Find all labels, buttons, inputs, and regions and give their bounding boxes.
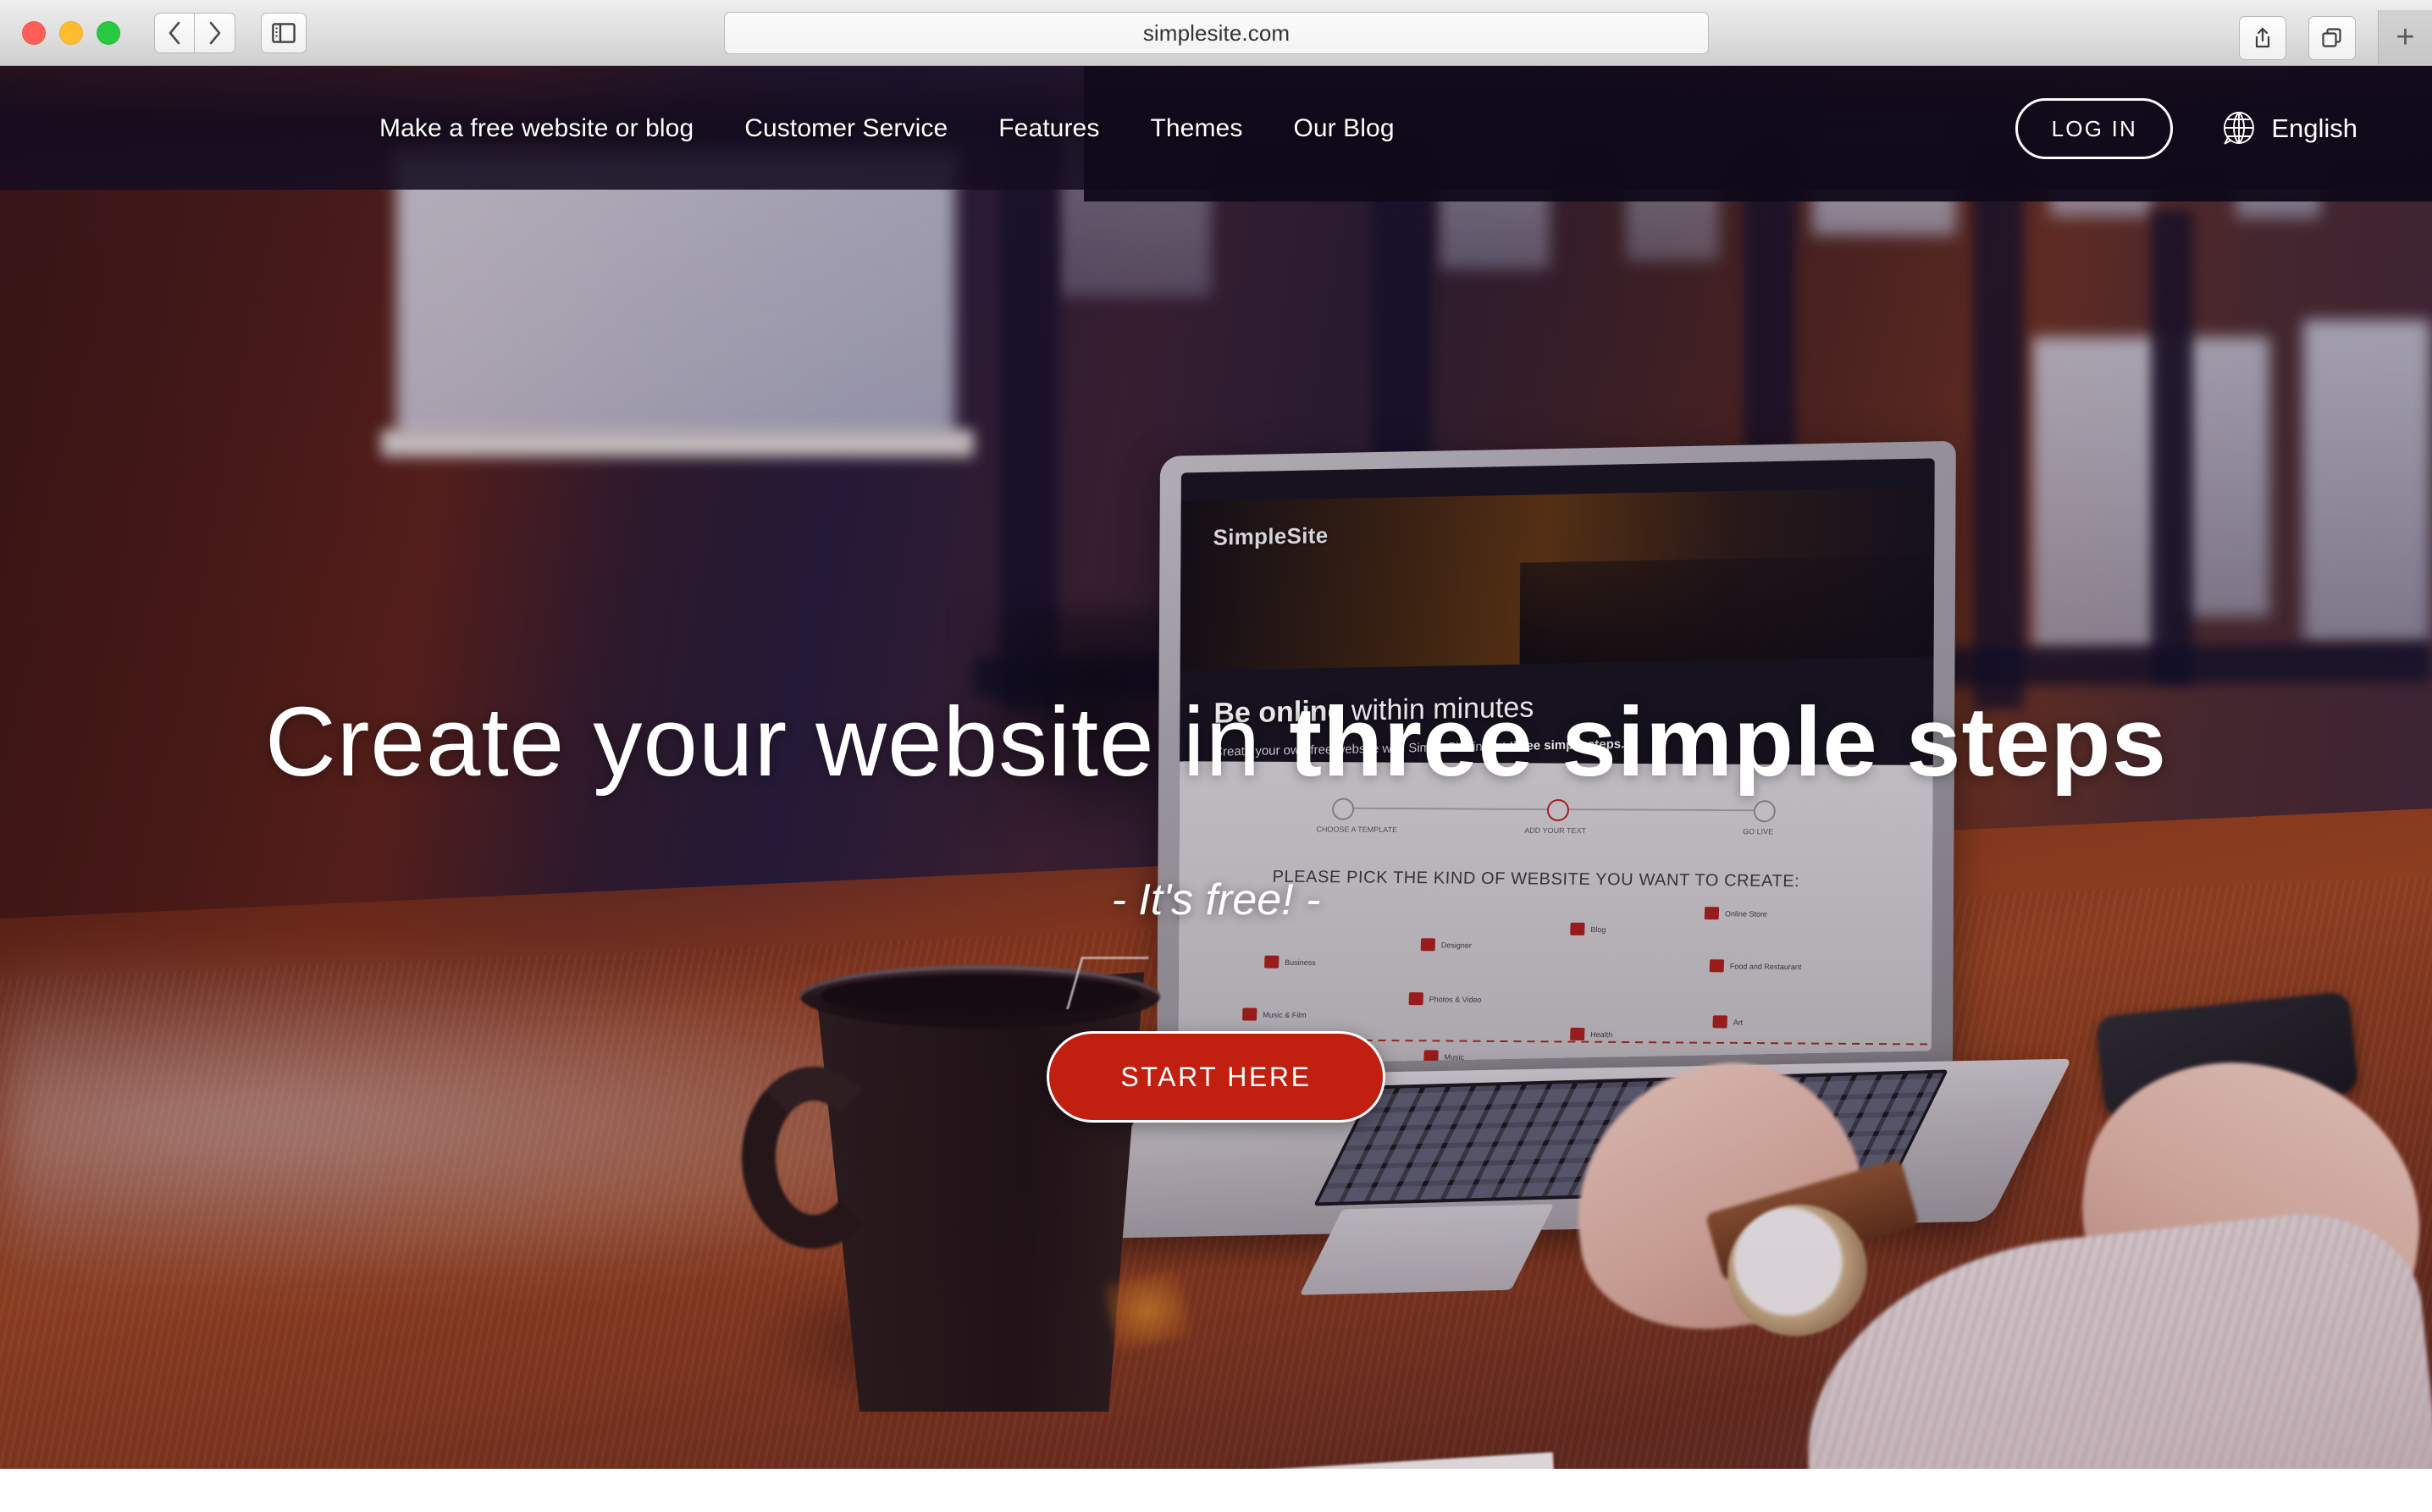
category-icon bbox=[1704, 907, 1720, 920]
start-here-button[interactable]: START HERE bbox=[1047, 1031, 1385, 1123]
category-item: Business bbox=[1264, 955, 1316, 969]
nav-item-make-a-free-website[interactable]: Make a free website or blog bbox=[354, 114, 719, 143]
category-item: Food and Restaurant bbox=[1709, 959, 1802, 973]
nav-item-customer-service[interactable]: Customer Service bbox=[719, 114, 973, 143]
page-bottom-whitespace bbox=[0, 1469, 2432, 1512]
category-item: Music & Film bbox=[1241, 1007, 1307, 1021]
tab-overview-button[interactable] bbox=[2308, 15, 2356, 60]
chevron-left-icon bbox=[169, 21, 180, 44]
category-item: Photos & Video bbox=[1408, 992, 1482, 1006]
address-bar[interactable]: simplesite.com bbox=[724, 12, 1709, 54]
toolbar-right-group: + bbox=[2239, 10, 2432, 64]
step-dot bbox=[1753, 800, 1777, 823]
screen-subheadline-bold: three simple steps. bbox=[1509, 737, 1625, 754]
screen-subheadline-pre: Create your own free website with Simple… bbox=[1213, 739, 1510, 759]
url-text: simplesite.com bbox=[1142, 19, 1291, 46]
category-icon bbox=[1408, 992, 1423, 1006]
nav-item-themes[interactable]: Themes bbox=[1125, 114, 1268, 143]
category-label: Photos & Video bbox=[1429, 994, 1482, 1004]
navigation-buttons bbox=[154, 12, 235, 53]
screen-site-logo: SimpleSite bbox=[1213, 522, 1329, 550]
minimize-window-button[interactable] bbox=[59, 20, 83, 45]
language-label: English bbox=[2271, 113, 2357, 143]
category-icon bbox=[1570, 922, 1585, 935]
language-selector[interactable]: English bbox=[2220, 110, 2357, 147]
login-button[interactable]: LOG IN bbox=[2015, 98, 2174, 159]
forward-button[interactable] bbox=[195, 12, 235, 53]
laptop-screen: SimpleSite Be online within minutes Crea… bbox=[1178, 458, 1935, 1066]
step-label: ADD YOUR TEXT bbox=[1524, 825, 1587, 836]
category-label: Art bbox=[1733, 1018, 1744, 1027]
step-dot bbox=[1546, 798, 1570, 822]
window-sill bbox=[381, 430, 974, 457]
step-dot bbox=[1331, 797, 1355, 820]
hero-background-photo: SimpleSite Be online within minutes Crea… bbox=[0, 66, 2432, 1469]
category-icon bbox=[1709, 959, 1725, 973]
category-icon bbox=[1712, 1015, 1727, 1029]
close-window-button[interactable] bbox=[22, 20, 46, 45]
share-icon bbox=[2255, 27, 2270, 47]
sidebar-icon bbox=[272, 22, 296, 43]
step-label: GO LIVE bbox=[1742, 827, 1774, 836]
screen-site-header bbox=[1180, 487, 1935, 671]
window-pane bbox=[2185, 337, 2269, 616]
window-pane bbox=[2303, 320, 2430, 642]
screen-headline-bold: Be online bbox=[1213, 694, 1344, 730]
category-label: Designer bbox=[1440, 940, 1473, 950]
category-label: Online Store bbox=[1724, 908, 1768, 919]
screen-headline-light: within minutes bbox=[1351, 691, 1534, 727]
screen-headline: Be online within minutes bbox=[1213, 691, 1534, 730]
category-icon bbox=[1241, 1007, 1257, 1021]
left-window bbox=[396, 159, 955, 439]
category-item: Blog bbox=[1570, 922, 1606, 935]
share-button[interactable] bbox=[2239, 15, 2286, 60]
globe-icon bbox=[2224, 112, 2255, 145]
nav-right-group: LOG IN English bbox=[2015, 98, 2357, 159]
category-label: Music & Film bbox=[1263, 1010, 1307, 1019]
tab-overview-icon bbox=[2322, 27, 2341, 47]
zoom-window-button[interactable] bbox=[97, 20, 120, 45]
structural-beam bbox=[2151, 210, 2193, 684]
nav-links-group: Make a free website or blog Customer Ser… bbox=[354, 114, 1420, 143]
category-icon bbox=[1264, 955, 1280, 968]
new-tab-label: + bbox=[2396, 19, 2415, 55]
category-item: Online Store bbox=[1704, 907, 1768, 920]
category-label: Blog bbox=[1590, 924, 1606, 934]
browser-toolbar: simplesite.com + bbox=[0, 0, 2432, 66]
window-pane bbox=[2032, 337, 2159, 650]
screen-step-indicator: CHOOSE A TEMPLATE ADD YOUR TEXT GO LIVE bbox=[1316, 793, 1781, 847]
chevron-right-icon bbox=[209, 21, 220, 44]
category-label: Food and Restaurant bbox=[1729, 961, 1802, 971]
window-controls bbox=[22, 20, 120, 45]
sidebar-toggle-button[interactable] bbox=[261, 12, 307, 53]
screen-subheadline: Create your own free website with Simple… bbox=[1213, 737, 1624, 759]
category-item: Art bbox=[1712, 1015, 1744, 1029]
nav-item-features[interactable]: Features bbox=[973, 114, 1125, 143]
category-item: Designer bbox=[1420, 938, 1473, 952]
step-label: CHOOSE A TEMPLATE bbox=[1316, 825, 1398, 835]
category-icon bbox=[1420, 938, 1436, 952]
back-button[interactable] bbox=[154, 12, 195, 53]
nav-item-our-blog[interactable]: Our Blog bbox=[1268, 114, 1419, 143]
hero-cta-container: START HERE bbox=[0, 1031, 2432, 1123]
site-navigation-bar: Make a free website or blog Customer Ser… bbox=[0, 66, 2432, 191]
category-label: Business bbox=[1285, 957, 1316, 967]
new-tab-button[interactable]: + bbox=[2378, 10, 2432, 64]
structural-beam bbox=[1973, 117, 2024, 709]
